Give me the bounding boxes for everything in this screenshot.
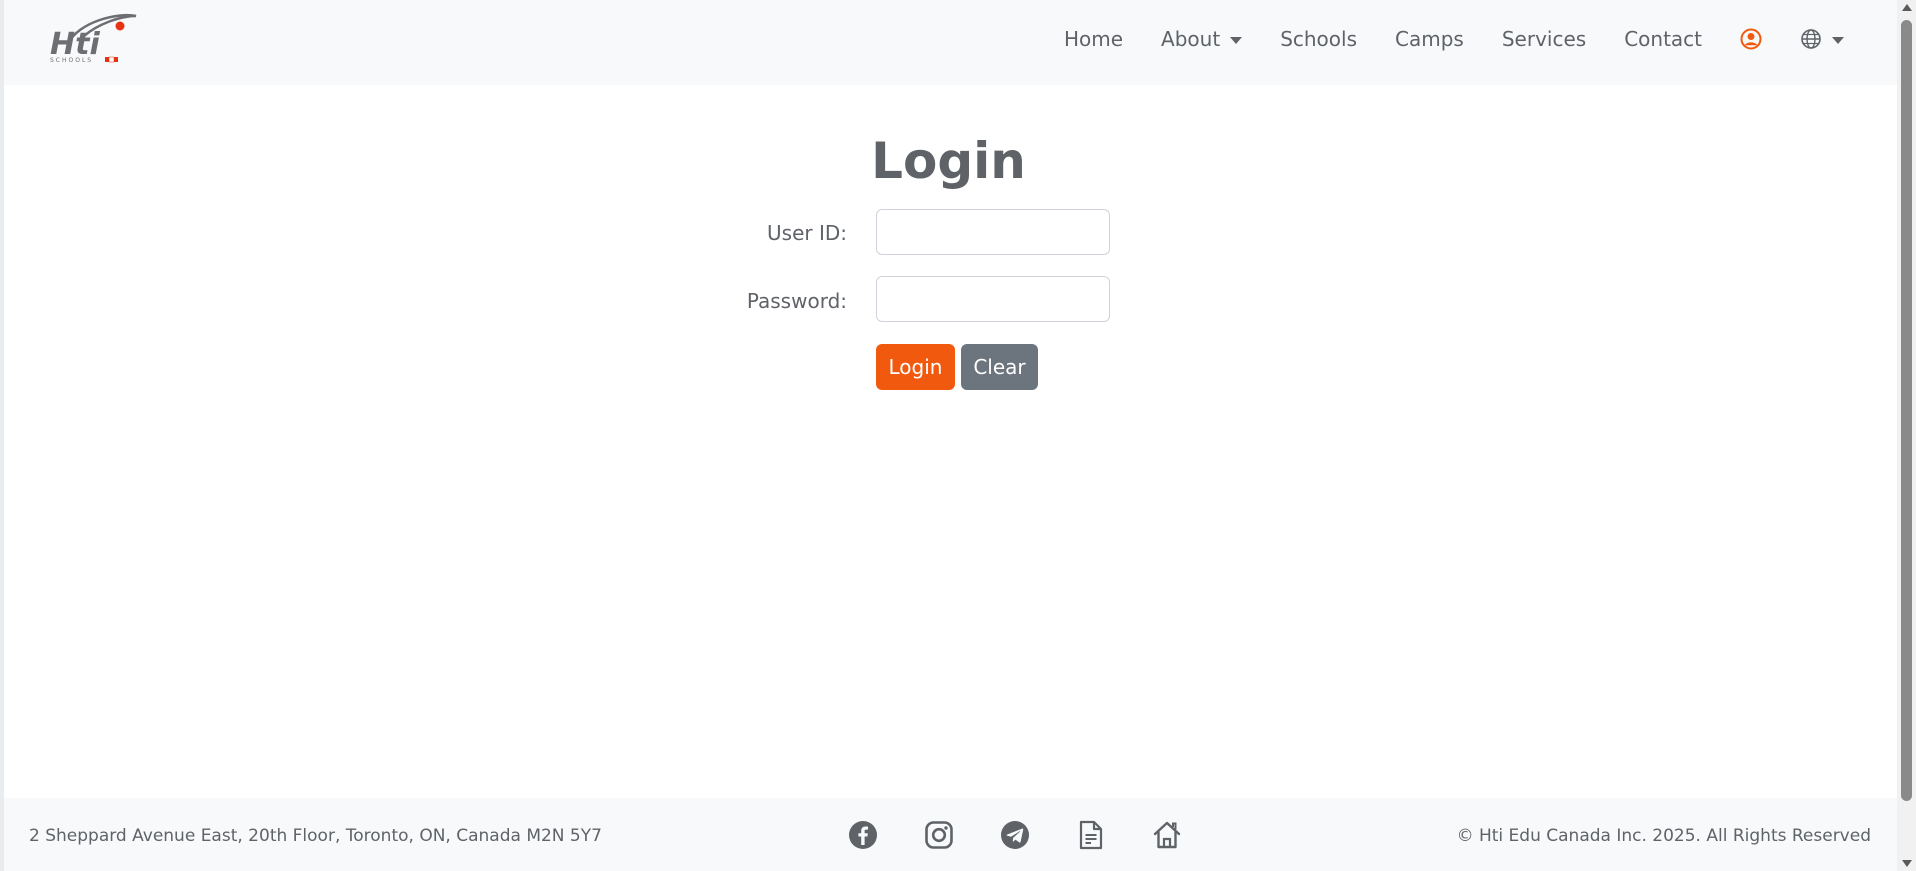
password-label: Password: bbox=[746, 289, 847, 313]
nav-contact-label: Contact bbox=[1624, 27, 1702, 51]
vertical-scrollbar[interactable] bbox=[1897, 0, 1916, 871]
clear-button[interactable]: Clear bbox=[961, 344, 1038, 390]
telegram-icon bbox=[1001, 821, 1029, 849]
language-dropdown[interactable] bbox=[1781, 28, 1863, 50]
footer: 2 Sheppard Avenue East, 20th Floor, Toro… bbox=[4, 798, 1897, 871]
login-button[interactable]: Login bbox=[876, 344, 955, 390]
caret-down-icon bbox=[1230, 36, 1243, 44]
instagram-link[interactable] bbox=[923, 819, 955, 851]
caret-down-icon bbox=[1832, 36, 1844, 44]
top-navbar: Hti SCHOOLS Home About Schools Camps Ser… bbox=[4, 0, 1897, 85]
nav-about-dropdown[interactable]: About bbox=[1142, 27, 1261, 51]
home-link[interactable] bbox=[1151, 819, 1183, 851]
hti-logo[interactable]: Hti SCHOOLS bbox=[48, 10, 140, 66]
password-input[interactable] bbox=[876, 276, 1110, 322]
document-icon bbox=[1079, 820, 1103, 850]
scroll-up-icon[interactable] bbox=[1902, 4, 1912, 11]
page-title: Login bbox=[871, 132, 1026, 190]
main-nav: Home About Schools Camps Services Contac… bbox=[1045, 20, 1863, 58]
social-links bbox=[847, 819, 1183, 851]
scrollbar-thumb[interactable] bbox=[1901, 20, 1912, 801]
instagram-icon bbox=[925, 821, 953, 849]
scroll-down-icon[interactable] bbox=[1902, 860, 1912, 867]
page: Hti SCHOOLS Home About Schools Camps Ser… bbox=[0, 0, 1916, 871]
nav-home[interactable]: Home bbox=[1045, 27, 1142, 51]
nav-contact[interactable]: Contact bbox=[1605, 27, 1721, 51]
footer-copyright: © Hti Edu Canada Inc. 2025. All Rights R… bbox=[1456, 826, 1871, 846]
nav-camps-label: Camps bbox=[1395, 27, 1464, 51]
user-id-label: User ID: bbox=[767, 221, 847, 245]
user-circle-icon bbox=[1740, 28, 1762, 50]
nav-schools-label: Schools bbox=[1280, 27, 1358, 51]
facebook-icon bbox=[849, 821, 877, 849]
user-id-input[interactable] bbox=[876, 209, 1110, 255]
home-icon bbox=[1153, 821, 1181, 849]
user-account-button[interactable] bbox=[1721, 28, 1781, 50]
nav-about-label: About bbox=[1161, 27, 1221, 51]
footer-address: 2 Sheppard Avenue East, 20th Floor, Toro… bbox=[29, 826, 602, 846]
facebook-link[interactable] bbox=[847, 819, 879, 851]
nav-services-label: Services bbox=[1501, 27, 1587, 51]
globe-icon bbox=[1801, 29, 1821, 49]
nav-schools[interactable]: Schools bbox=[1261, 27, 1376, 51]
nav-home-label: Home bbox=[1063, 27, 1124, 51]
telegram-link[interactable] bbox=[999, 819, 1031, 851]
nav-services[interactable]: Services bbox=[1483, 27, 1605, 51]
document-link[interactable] bbox=[1075, 819, 1107, 851]
logo-subtext: SCHOOLS bbox=[50, 57, 93, 64]
nav-camps[interactable]: Camps bbox=[1376, 27, 1483, 51]
logo-graphic: Hti SCHOOLS bbox=[50, 13, 137, 64]
